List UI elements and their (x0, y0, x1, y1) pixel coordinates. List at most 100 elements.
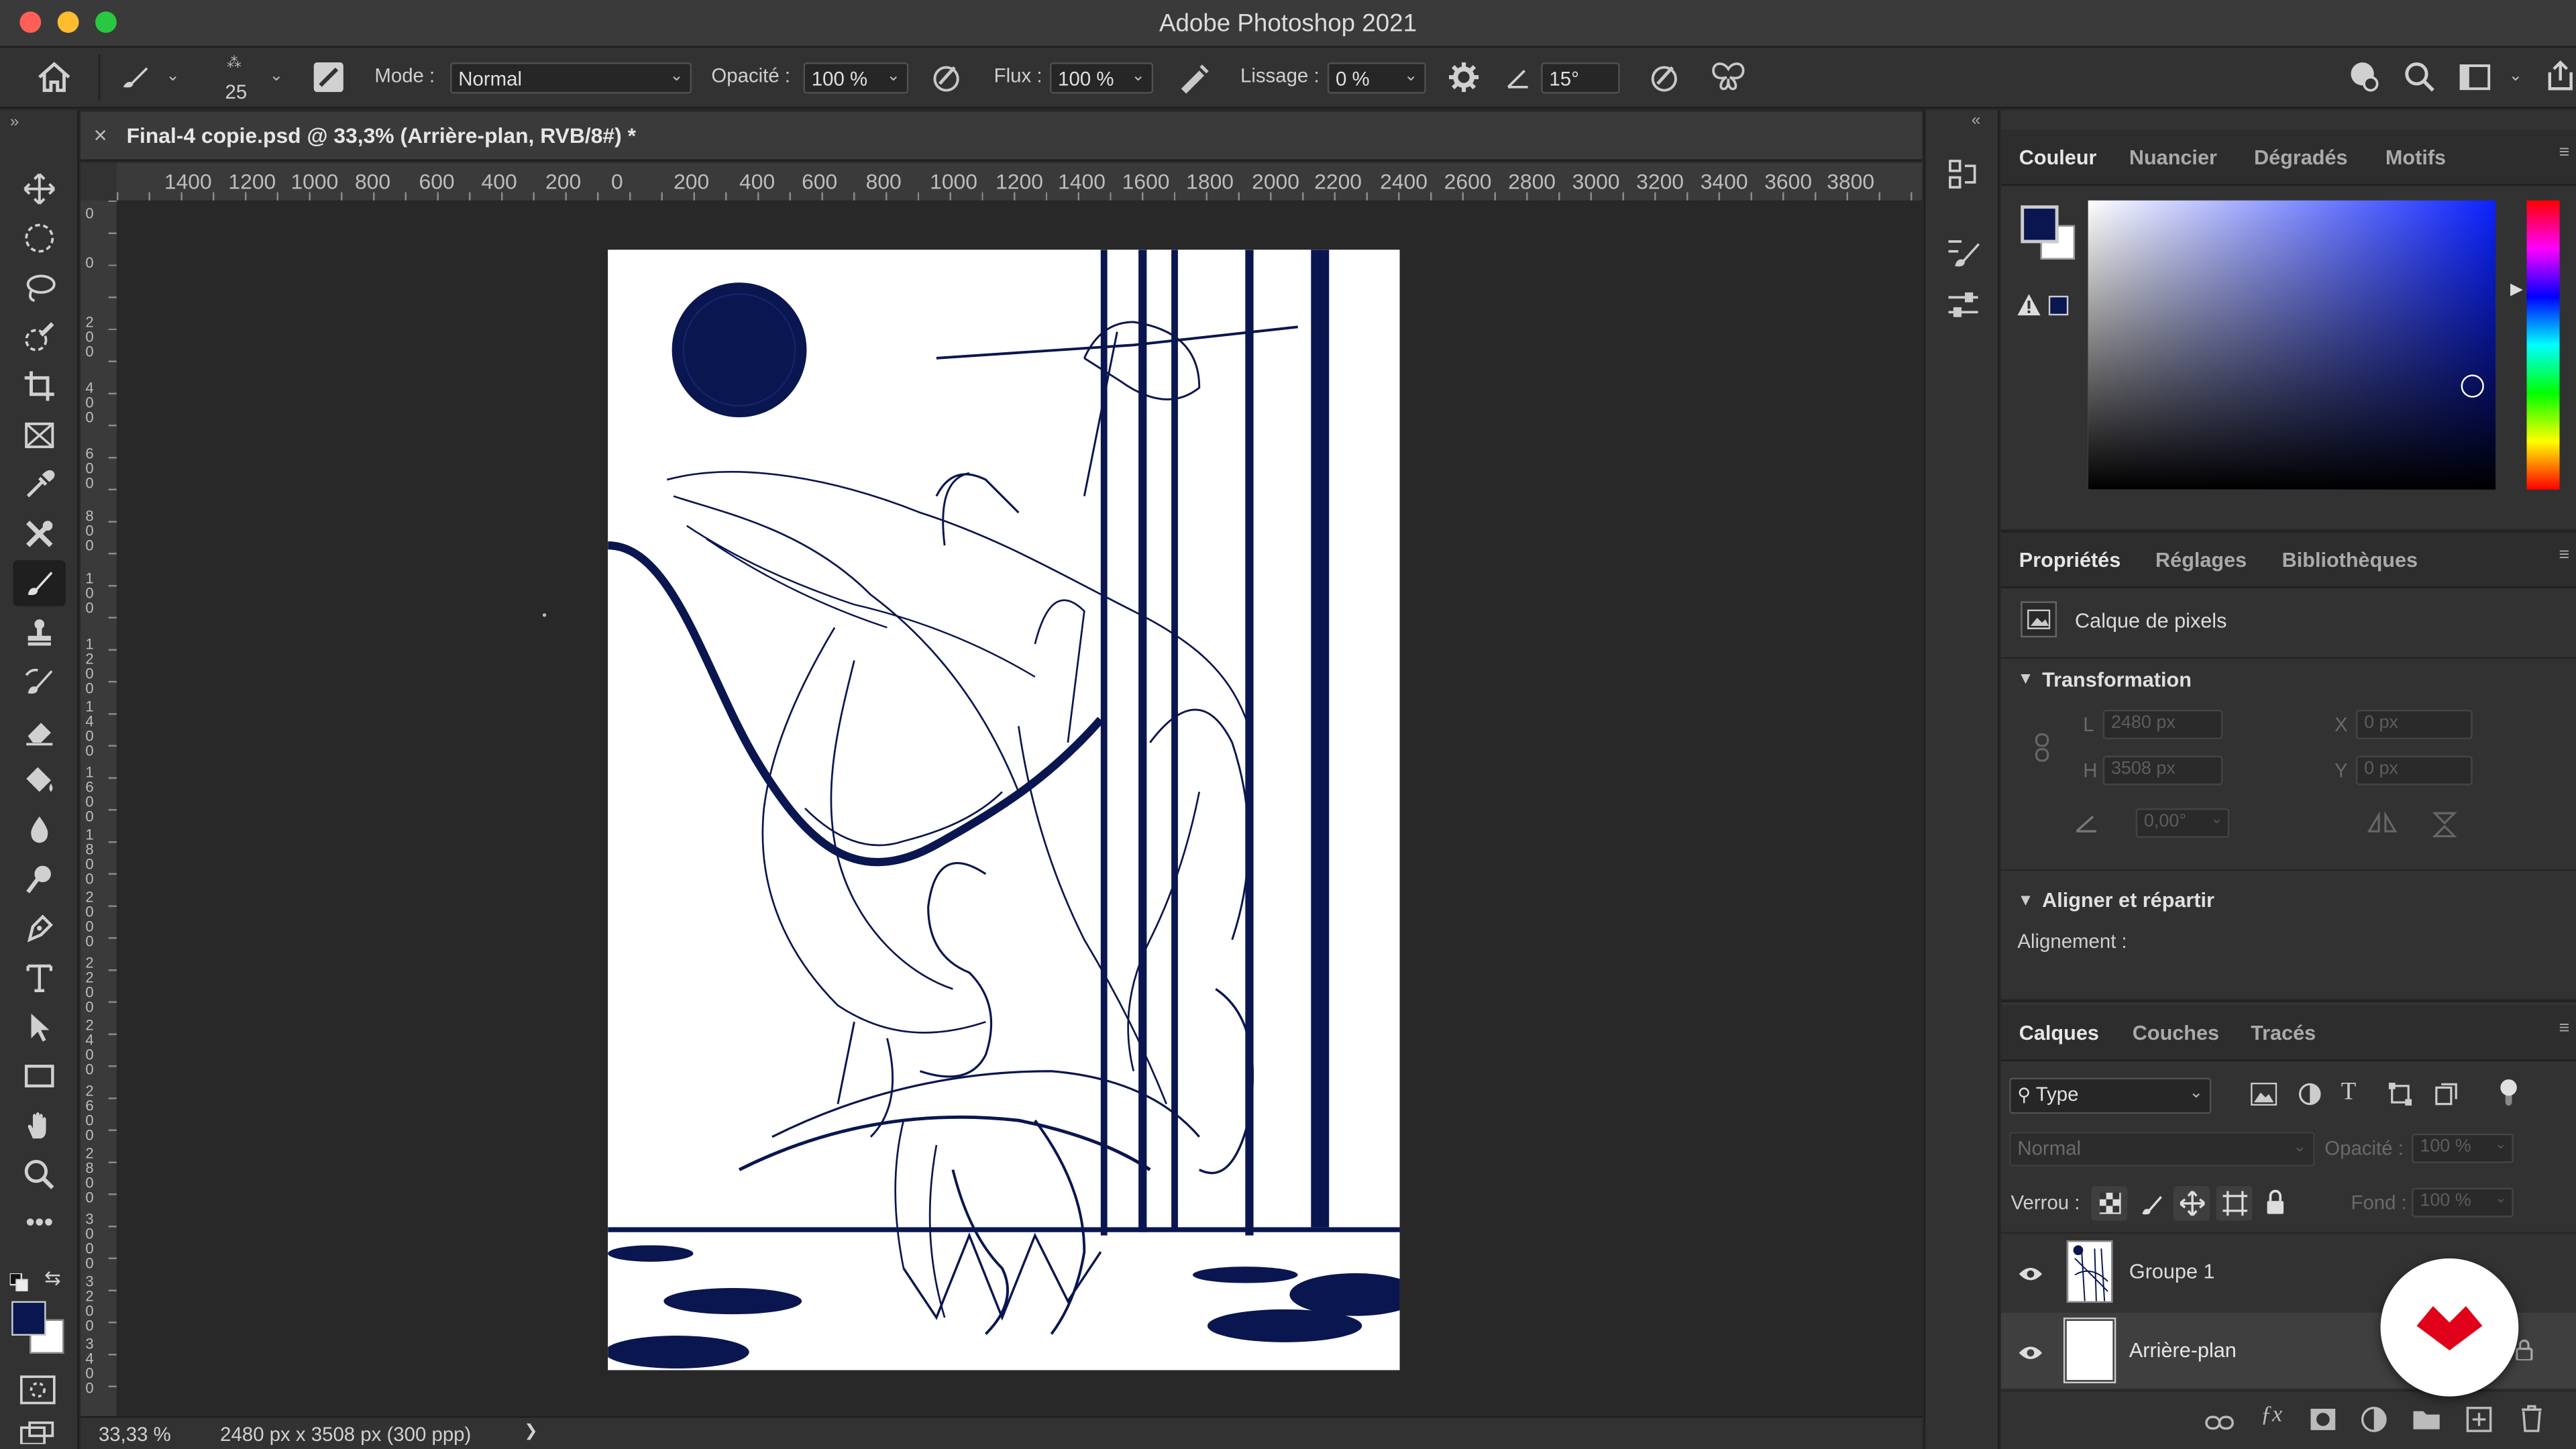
eye-icon[interactable] (2017, 1340, 2043, 1370)
link-icon[interactable] (2034, 733, 2050, 770)
top-ruler[interactable]: 1400 1200 1000 800 600 400 200 0 200 400 600 800 100… (80, 162, 1923, 201)
adjustments-sliders-icon[interactable] (1945, 288, 1982, 332)
filter-adjustment-icon[interactable] (2298, 1083, 2321, 1114)
opacity-input[interactable]: 100 % ⌄ (803, 62, 909, 94)
brush-size-value[interactable]: 25 (225, 80, 248, 103)
swap-colors-icon[interactable]: ⇆ (44, 1267, 61, 1289)
delete-layer-icon[interactable] (2520, 1405, 2543, 1441)
layer-filter-select[interactable]: ⚲ Type ⌄ (2009, 1077, 2212, 1114)
paint-bucket-tool-icon[interactable] (13, 757, 66, 804)
airbrush-icon[interactable] (1176, 61, 1212, 94)
link-layers-icon[interactable] (2205, 1409, 2235, 1439)
chevron-down-icon[interactable]: ⌄ (166, 67, 180, 85)
canvas-area[interactable]: • (116, 200, 1888, 1417)
more-tools-icon[interactable]: ••• (13, 1201, 66, 1247)
web-safe-swatch[interactable] (2048, 295, 2069, 316)
eraser-tool-icon[interactable] (13, 708, 66, 755)
dodge-tool-icon[interactable] (13, 856, 66, 902)
tab-traces[interactable]: Tracés (2251, 1022, 2316, 1044)
chevron-down-icon[interactable]: ⌄ (2509, 67, 2523, 85)
lock-position-icon[interactable] (2174, 1186, 2210, 1221)
flip-horizontal-icon[interactable] (2366, 810, 2399, 843)
tab-proprietes[interactable]: Propriétés (2019, 549, 2121, 572)
brush-settings-panel-icon[interactable] (312, 61, 345, 94)
pressure-size-icon[interactable] (1648, 61, 1680, 94)
layer-name[interactable]: Groupe 1 (2129, 1260, 2215, 1283)
eyedropper-tool-icon[interactable] (13, 462, 66, 508)
new-layer-icon[interactable] (2466, 1406, 2492, 1440)
tab-bibliotheques[interactable]: Bibliothèques (2282, 549, 2418, 572)
zoom-tool-icon[interactable] (13, 1152, 66, 1198)
smoothing-input[interactable]: 0 % ⌄ (1327, 62, 1426, 94)
brush-tool-icon[interactable] (13, 560, 66, 606)
eye-icon[interactable] (2017, 1262, 2043, 1291)
crop-tool-icon[interactable] (13, 363, 66, 409)
width-field[interactable]: 2480 px (2102, 709, 2223, 740)
tab-nuancier[interactable]: Nuancier (2129, 146, 2217, 169)
angle-field[interactable]: 0,00° ⌄ (2135, 808, 2230, 838)
path-selection-tool-icon[interactable] (13, 1004, 66, 1050)
tab-couleur[interactable]: Couleur (2019, 146, 2097, 169)
tab-degrades[interactable]: Dégradés (2254, 146, 2348, 169)
tab-reglages[interactable]: Réglages (2155, 549, 2247, 572)
left-ruler[interactable]: 0 0 2 0 0 4 0 0 6 0 0 8 0 0 1 0 0 1 2 0 01 4 0 … (80, 200, 117, 1417)
history-brush-tool-icon[interactable] (13, 659, 66, 705)
filter-shape-icon[interactable] (2388, 1082, 2412, 1114)
gamut-warning-icon[interactable] (2017, 294, 2041, 323)
user-search-icon[interactable] (2346, 59, 2382, 95)
brush-tool-preset-icon[interactable] (118, 62, 151, 92)
color-field[interactable] (2088, 200, 2496, 490)
flip-vertical-icon[interactable] (2431, 810, 2457, 847)
blur-tool-icon[interactable] (13, 806, 66, 853)
brush-settings-icon[interactable] (1945, 235, 1982, 279)
collapse-panels-icon[interactable]: « (1972, 112, 1981, 130)
flow-input[interactable]: 100 % ⌄ (1049, 62, 1154, 94)
chevron-down-icon[interactable]: ⌄ (270, 67, 284, 85)
quick-selection-tool-icon[interactable] (13, 314, 66, 360)
collapse-toolbox-icon[interactable]: » (10, 113, 19, 131)
home-icon[interactable] (36, 61, 72, 94)
hand-tool-icon[interactable] (13, 1102, 66, 1148)
rectangle-tool-icon[interactable] (13, 1053, 66, 1099)
gear-icon[interactable] (1448, 61, 1481, 94)
transform-section-title[interactable]: Transformation (2042, 669, 2192, 692)
clone-stamp-tool-icon[interactable] (13, 610, 66, 656)
brush-angle-input[interactable]: 15° (1541, 62, 1620, 94)
panel-menu-icon[interactable]: ≡ (2559, 143, 2569, 162)
tab-couches[interactable]: Couches (2133, 1022, 2219, 1044)
pen-tool-icon[interactable] (13, 905, 66, 951)
screen-mode-icon[interactable] (19, 1421, 56, 1449)
history-panel-icon[interactable] (1945, 156, 1982, 201)
document-tab[interactable]: × Final-4 copie.psd @ 33,3% (Arrière-pla… (80, 111, 1923, 162)
lock-image-pixels-icon[interactable] (2134, 1186, 2170, 1220)
spot-healing-tool-icon[interactable] (13, 511, 66, 557)
search-icon[interactable] (2404, 61, 2436, 94)
lasso-tool-icon[interactable] (13, 264, 66, 311)
hue-slider[interactable] (2526, 200, 2560, 490)
align-section-title[interactable]: Aligner et répartir (2042, 889, 2214, 912)
brush-angle-icon[interactable] (1505, 64, 1531, 91)
pressure-opacity-icon[interactable] (930, 61, 963, 94)
workspace-icon[interactable] (2459, 62, 2492, 92)
foreground-color-swatch[interactable] (11, 1301, 46, 1336)
add-mask-icon[interactable] (2310, 1408, 2336, 1440)
document-canvas[interactable] (608, 250, 1400, 1371)
move-tool-icon[interactable] (13, 166, 66, 212)
type-tool-icon[interactable] (13, 955, 66, 1001)
chevron-down-icon[interactable]: ▼ (2017, 670, 2033, 688)
hue-slider-handle[interactable]: ▶ (2510, 281, 2523, 299)
new-adjustment-layer-icon[interactable] (2361, 1406, 2387, 1440)
blend-mode-select[interactable]: Normal ⌄ (2009, 1132, 2315, 1167)
close-document-button[interactable]: × (94, 121, 107, 148)
fill-field[interactable]: 100 % ⌄ (2412, 1187, 2514, 1218)
filter-pixel-icon[interactable] (2251, 1082, 2277, 1114)
status-expand-icon[interactable]: ❯ (524, 1423, 538, 1441)
filter-type-icon[interactable]: T (2341, 1079, 2356, 1108)
color-picker-handle[interactable] (2461, 374, 2484, 398)
layer-opacity-field[interactable]: 100 % ⌄ (2412, 1133, 2514, 1163)
tab-motifs[interactable]: Motifs (2385, 146, 2446, 169)
share-icon[interactable] (2544, 59, 2576, 92)
symmetry-butterfly-icon[interactable] (1709, 59, 1748, 95)
chevron-down-icon[interactable]: ▼ (2017, 892, 2033, 910)
y-field[interactable]: 0 px (2355, 755, 2473, 786)
